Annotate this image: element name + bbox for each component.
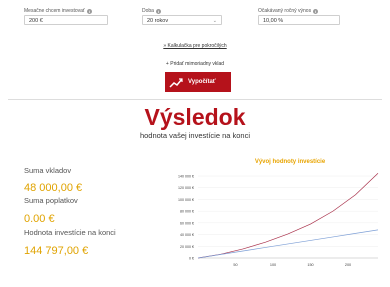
- y-tick-label: 120 000 €: [178, 186, 194, 190]
- y-tick-label: 60 000 €: [180, 221, 194, 225]
- y-tick-label: 0 €: [189, 257, 194, 261]
- y-tick-label: 80 000 €: [180, 210, 194, 214]
- y-tick-label: 40 000 €: [180, 233, 194, 237]
- x-tick-label: 50: [233, 263, 237, 267]
- x-tick-label: 100: [270, 263, 276, 267]
- x-tick-label: 200: [345, 263, 351, 267]
- investment-chart: 0 € 20 000 € 40 000 € 60 000 € 80 000 € 100 0…: [178, 172, 379, 267]
- x-tick-label: 150: [307, 263, 313, 267]
- y-tick-label: 100 000 €: [178, 198, 194, 202]
- y-tick-label: 140 000 €: [178, 175, 194, 179]
- series-line-0: [197, 172, 379, 259]
- y-tick-label: 20 000 €: [180, 245, 194, 249]
